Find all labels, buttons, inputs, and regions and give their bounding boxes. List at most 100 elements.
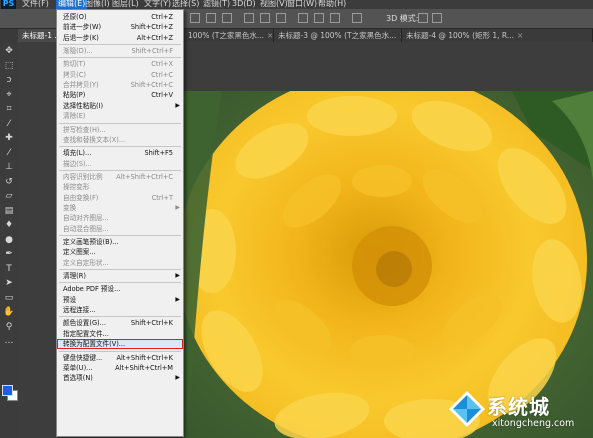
menu-item[interactable]: 还原(O) Ctrl+Z <box>57 12 183 22</box>
menu-item[interactable]: 预设 ▶ <box>57 295 183 305</box>
hand-tool-icon[interactable]: ✋ <box>3 307 15 317</box>
menu-item-label: 拼写检查(H)... <box>63 125 106 134</box>
3d-roll-icon[interactable] <box>432 13 442 23</box>
menu-item-label: 指定配置文件... <box>63 329 109 338</box>
history-brush-tool-icon[interactable]: ↺ <box>3 177 15 187</box>
align-left-icon[interactable] <box>190 13 200 23</box>
menu-item: 自动混合图层... <box>57 224 183 234</box>
menu-item-convert-profile[interactable]: 转换为配置文件(V)... <box>57 339 183 350</box>
distribute-bottom-icon[interactable] <box>276 13 286 23</box>
blur-tool-icon[interactable]: ♦ <box>3 220 15 230</box>
menu-7[interactable]: 3D(D) <box>232 0 256 9</box>
more-tools-icon[interactable]: … <box>3 336 15 346</box>
clone-stamp-tool-icon[interactable]: ⊥ <box>3 162 15 172</box>
menu-item-label: Adobe PDF 预设... <box>63 285 121 294</box>
menu-item: 内容识别比例 Alt+Shift+Ctrl+C <box>57 172 183 182</box>
menu-item: 渐隐(D)... Shift+Ctrl+F <box>57 46 183 56</box>
align-right-icon[interactable] <box>222 13 232 23</box>
menu-8[interactable]: 视图(V) <box>260 0 288 9</box>
menu-item[interactable]: 指定配置文件... <box>57 329 183 339</box>
gradient-tool-icon[interactable]: ▤ <box>3 206 15 216</box>
menu-item[interactable]: 后退一步(K) Alt+Ctrl+Z <box>57 33 183 43</box>
menu-item-label: 清理(R) <box>63 272 86 281</box>
distribute-left-icon[interactable] <box>298 13 308 23</box>
zoom-tool-icon[interactable]: ⚲ <box>3 322 15 332</box>
menu-item[interactable]: 首选项(N) ▶ <box>57 373 183 383</box>
pen-tool-icon[interactable]: ✒ <box>3 249 15 259</box>
tab-label: 100% (T之家黑色水... <box>188 31 264 40</box>
menu-0[interactable]: 文件(F) <box>22 0 49 9</box>
menu-item-label: 后退一步(K) <box>63 33 99 42</box>
crop-tool-icon[interactable]: ⌗ <box>3 104 15 114</box>
menu-item[interactable]: Adobe PDF 预设... <box>57 284 183 294</box>
menu-item: 自动对齐图层... <box>57 213 183 223</box>
menu-item[interactable]: 前进一步(W) Shift+Ctrl+Z <box>57 22 183 32</box>
menu-item-label: 转换为配置文件(V)... <box>63 340 126 349</box>
type-tool-icon[interactable]: T <box>3 264 15 274</box>
menu-item-label: 定义自定形状... <box>63 258 109 267</box>
healing-brush-tool-icon[interactable]: ✚ <box>3 133 15 143</box>
menu-item: 查找和替换文本(X)... <box>57 135 183 145</box>
menu-item-shortcut: Alt+Ctrl+Z <box>136 33 173 42</box>
menu-item-shortcut: Ctrl+V <box>151 91 173 100</box>
menu-1[interactable]: 编辑(E) <box>56 0 88 9</box>
marquee-tool-icon[interactable]: ⬚ <box>3 61 15 71</box>
move-tool-icon[interactable]: ✥ <box>3 46 15 56</box>
menu-item[interactable]: 颜色设置(G)... Shift+Ctrl+K <box>57 318 183 328</box>
menu-item-label: 选择性粘贴(I) <box>63 101 104 110</box>
menu-item[interactable]: 清理(R) ▶ <box>57 271 183 281</box>
close-icon[interactable]: × <box>517 31 523 40</box>
distribute-middle-icon[interactable] <box>260 13 270 23</box>
menu-item-shortcut: Ctrl+T <box>151 193 173 202</box>
menu-separator <box>59 122 181 124</box>
menu-item-label: 颜色设置(G)... <box>63 319 106 328</box>
distribute-right-icon[interactable] <box>330 13 340 23</box>
menu-item[interactable]: 键盘快捷键... Alt+Shift+Ctrl+K <box>57 353 183 363</box>
path-select-tool-icon[interactable]: ➤ <box>3 278 15 288</box>
menu-item-label: 预设 <box>63 295 77 304</box>
close-icon[interactable]: × <box>267 31 273 40</box>
tab-document-4[interactable]: 未标题-4 @ 100% (矩形 1, R... × <box>402 29 593 42</box>
menu-item-shortcut: Shift+Ctrl+Z <box>130 23 173 32</box>
menu-item: 变换 ▶ <box>57 203 183 213</box>
distribute-center-icon[interactable] <box>314 13 324 23</box>
eraser-tool-icon[interactable]: ▱ <box>3 191 15 201</box>
menu-item[interactable]: 定义图案... <box>57 247 183 257</box>
menu-separator <box>59 282 181 284</box>
lasso-tool-icon[interactable]: ↄ <box>3 75 15 85</box>
distribute-top-icon[interactable] <box>244 13 254 23</box>
menu-2[interactable]: 图像(I) <box>85 0 110 9</box>
menu-item-label: 变换 <box>63 203 77 212</box>
menu-item[interactable]: 填充(L)... Shift+F5 <box>57 148 183 158</box>
tab-document-2[interactable]: 100% (T之家黑色水... × <box>184 29 274 42</box>
menu-9[interactable]: 窗口(W) <box>287 0 317 9</box>
menu-item[interactable]: 粘贴(P) Ctrl+V <box>57 90 183 100</box>
menu-5[interactable]: 选择(S) <box>172 0 199 9</box>
brush-tool-icon[interactable]: ⁄ <box>3 148 15 158</box>
menu-item-shortcut: Alt+Shift+Ctrl+M <box>115 363 173 372</box>
auto-align-icon[interactable] <box>352 13 362 23</box>
menu-4[interactable]: 文字(Y) <box>144 0 171 9</box>
menu-6[interactable]: 滤镜(T) <box>203 0 230 9</box>
menu-item[interactable]: 菜单(U)... Alt+Shift+Ctrl+M <box>57 363 183 373</box>
tab-document-3[interactable]: 未标题-3 @ 100% (T之家黑色水...× <box>274 29 402 42</box>
shape-tool-icon[interactable]: ▭ <box>3 293 15 303</box>
menu-item: 剪切(T) Ctrl+X <box>57 59 183 69</box>
tab-label: 未标题-4 @ 100% (矩形 1, R... <box>406 31 515 40</box>
foreground-color-swatch[interactable] <box>2 385 13 396</box>
menu-3[interactable]: 图层(L) <box>112 0 139 9</box>
menu-item-label: 内容识别比例 <box>63 172 103 181</box>
dodge-tool-icon[interactable]: ● <box>3 235 15 245</box>
menu-item[interactable]: 选择性粘贴(I) ▶ <box>57 101 183 111</box>
eyedropper-tool-icon[interactable]: ⁄ <box>3 119 15 129</box>
menu-item[interactable]: 定义画笔预设(B)... <box>57 237 183 247</box>
menu-item-shortcut: Shift+Ctrl+K <box>130 319 173 328</box>
menu-item-shortcut: Alt+Shift+Ctrl+C <box>116 172 173 181</box>
menu-10[interactable]: 帮助(H) <box>318 0 346 9</box>
menu-item: 拷贝(C) Ctrl+C <box>57 70 183 80</box>
align-center-icon[interactable] <box>206 13 216 23</box>
3d-rotate-icon[interactable] <box>418 13 428 23</box>
menu-item[interactable]: 远程连接... <box>57 305 183 315</box>
submenu-arrow-icon: ▶ <box>175 374 180 382</box>
quick-select-tool-icon[interactable]: ⌖ <box>3 90 15 100</box>
